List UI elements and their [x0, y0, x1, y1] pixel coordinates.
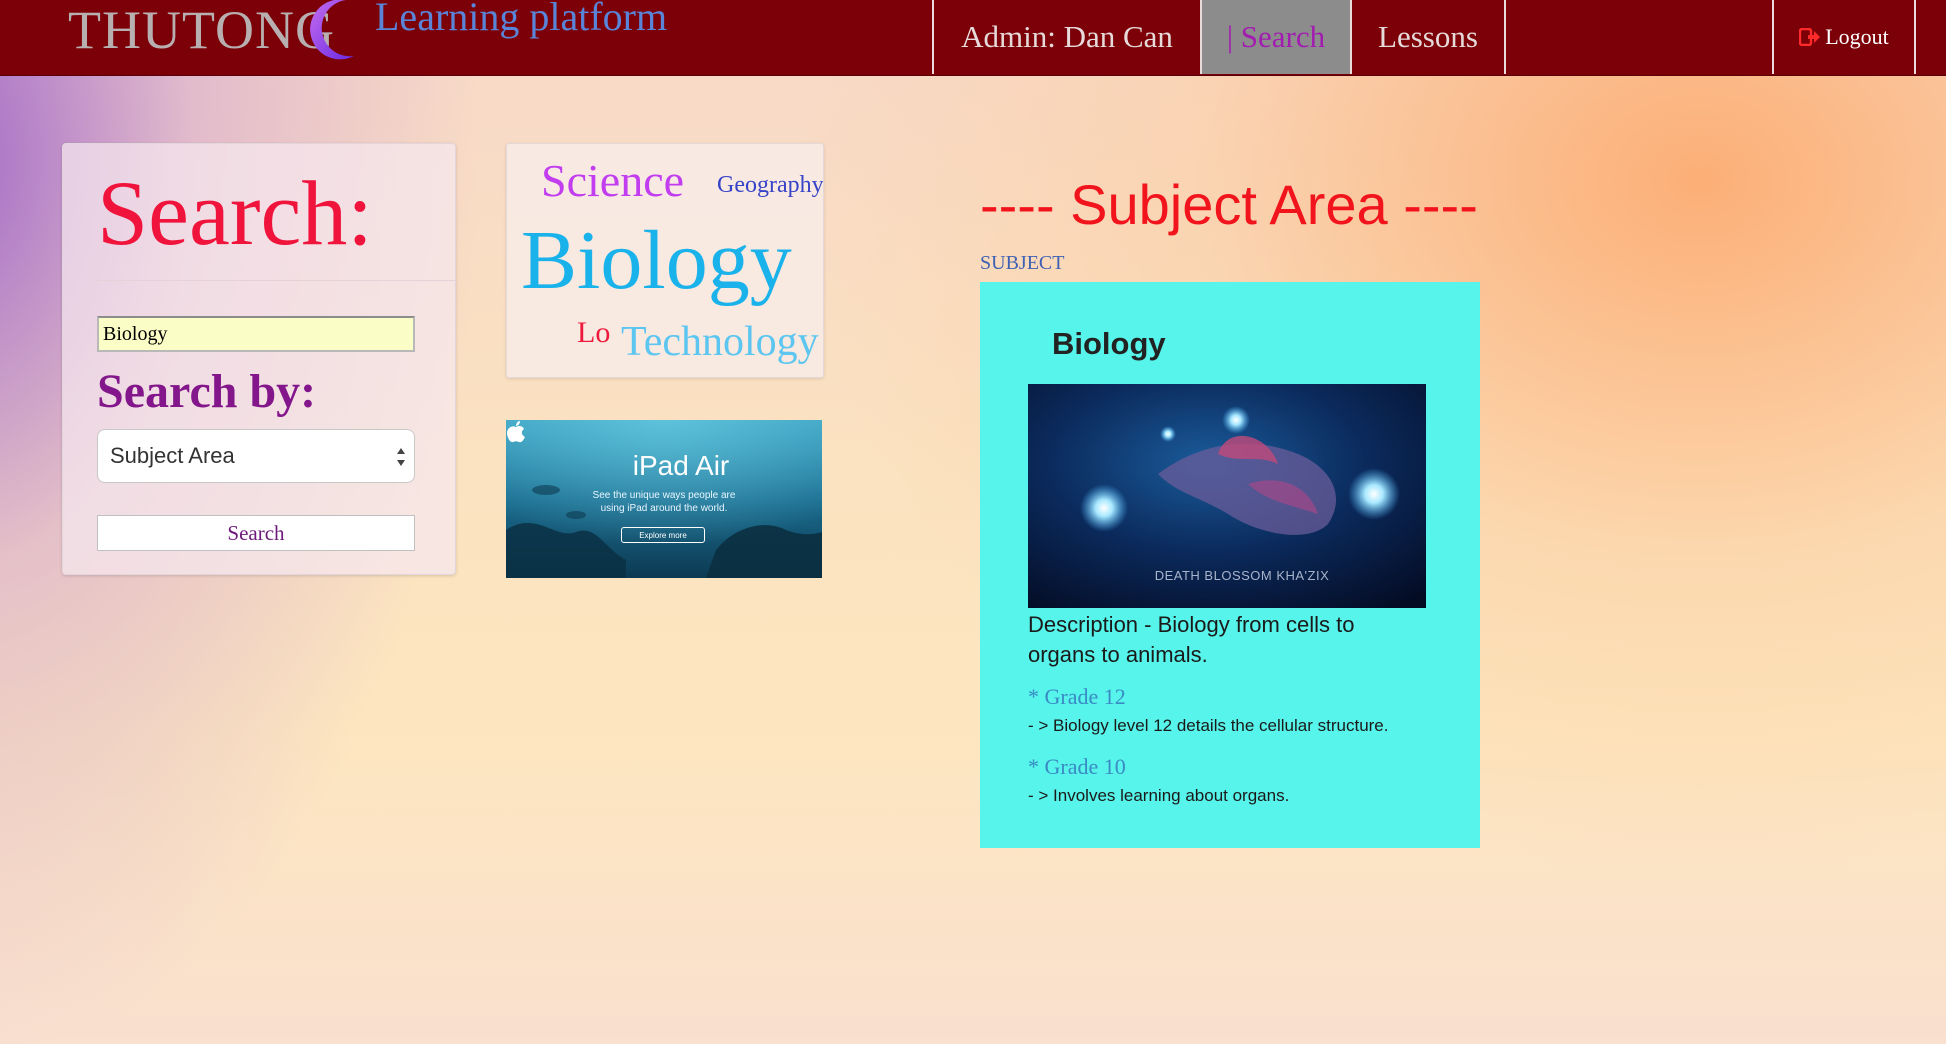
logout-button[interactable]: Logout: [1772, 0, 1916, 74]
ad-title: iPad Air: [632, 450, 730, 481]
tag-lo[interactable]: Lo: [577, 316, 610, 350]
brand[interactable]: THUTONG: [68, 0, 335, 60]
brand-name: THUTONG: [68, 0, 335, 60]
nav-lessons-tab[interactable]: Lessons: [1350, 0, 1506, 74]
nav-lessons-label: Lessons: [1378, 19, 1478, 54]
grade-12-link[interactable]: * Grade 12: [1028, 684, 1126, 710]
tag-science[interactable]: Science: [541, 154, 684, 207]
nav-admin-label: Admin: Dan Can: [961, 19, 1173, 54]
search-title: Search:: [97, 162, 373, 264]
nav-search-tab[interactable]: | Search: [1200, 0, 1350, 74]
select-arrows-icon: [397, 448, 405, 466]
top-navigation-bar: THUTONG Learning platform Admin: Dan Can…: [0, 0, 1946, 76]
apple-logo-icon: [507, 421, 525, 443]
crescent-logo-icon: [310, 0, 354, 60]
logout-icon: [1799, 28, 1821, 46]
search-by-label: Search by:: [97, 365, 317, 418]
tag-geography[interactable]: Geography: [717, 172, 823, 199]
logout-nav: Logout: [1772, 0, 1916, 74]
search-button[interactable]: Search: [97, 515, 415, 551]
search-panel: Search: Search by: Subject Area Search: [62, 143, 457, 575]
divider: [97, 280, 457, 281]
search-input[interactable]: [97, 316, 415, 352]
tag-biology[interactable]: Biology: [521, 212, 792, 309]
card-title[interactable]: Biology: [1052, 326, 1166, 362]
nav-search-label: | Search: [1226, 19, 1326, 54]
search-by-selected-value: Subject Area: [110, 443, 235, 468]
ad-explore-button[interactable]: Explore more: [621, 527, 705, 543]
main-nav: Admin: Dan Can | Search Lessons: [932, 0, 1506, 74]
grade-10-link[interactable]: * Grade 10: [1028, 754, 1126, 780]
ad-tagline-2: using iPad around the world.: [600, 503, 728, 514]
ad-tagline-1: See the unique ways people are: [592, 490, 736, 501]
logout-label: Logout: [1825, 24, 1889, 49]
tag-technology[interactable]: Technology: [621, 318, 819, 366]
brand-subtitle: Learning platform: [375, 0, 668, 39]
card-description: Description - Biology from cells to orga…: [1028, 612, 1355, 667]
image-caption: DEATH BLOSSOM KHA'ZIX: [1154, 568, 1330, 583]
grade-12-detail: - > Biology level 12 details the cellula…: [1028, 716, 1389, 735]
ipad-air-ad[interactable]: iPad Air See the unique ways people are …: [506, 420, 822, 578]
nav-admin[interactable]: Admin: Dan Can: [932, 0, 1200, 74]
subject-label: SUBJECT: [980, 252, 1065, 274]
tag-cloud: Science Geography Biology Lo Technology: [506, 143, 824, 378]
results-heading: ---- Subject Area ----: [980, 173, 1478, 236]
grade-10-detail: - > Involves learning about organs.: [1028, 786, 1290, 805]
search-by-select[interactable]: Subject Area: [97, 429, 415, 483]
subject-card: Biology DEATH BLOSSOM KHA'ZIX Descriptio…: [980, 282, 1480, 848]
